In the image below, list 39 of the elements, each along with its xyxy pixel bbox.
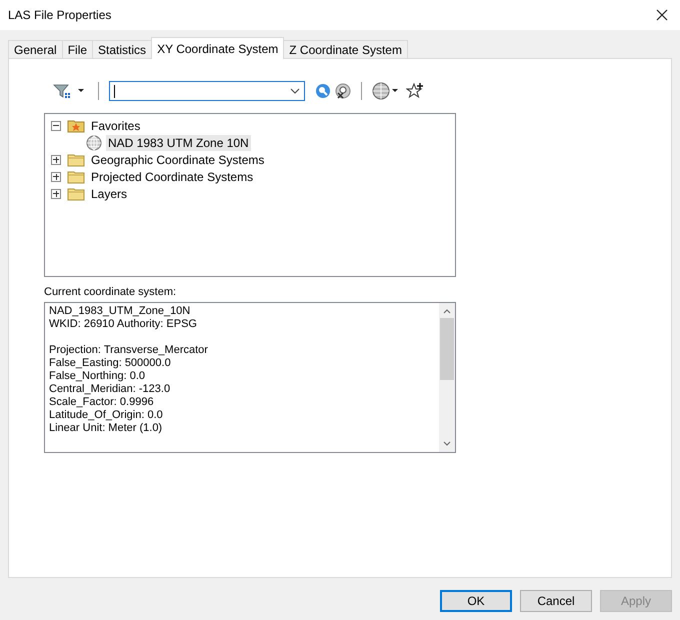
tree-item[interactable]: Geographic Coordinate Systems (89, 152, 266, 168)
search-combo-field[interactable] (109, 81, 305, 101)
detail-line: False_Easting: 500000.0 (49, 357, 172, 370)
tree-expander[interactable] (51, 154, 61, 164)
folder-icon (67, 186, 85, 200)
tree-expander[interactable] (51, 188, 61, 198)
tree-item[interactable]: Favorites (89, 118, 142, 134)
detail-line: Scale_Factor: 0.9996 (49, 396, 155, 409)
detail-line: False_Northing: 0.0 (49, 370, 146, 383)
tree-item[interactable]: Layers (89, 186, 130, 202)
dropdown-chevron-icon[interactable] (290, 88, 300, 94)
tab[interactable]: Z Coordinate System (283, 40, 408, 58)
tree-expander[interactable] (51, 172, 61, 182)
scroll-up-icon[interactable] (443, 308, 451, 314)
detail-line: Linear Unit: Meter (1.0) (49, 422, 164, 435)
tab[interactable]: XY Coordinate System (151, 37, 284, 59)
scrollbar[interactable] (439, 303, 455, 452)
dialog-button[interactable]: Cancel (520, 590, 592, 612)
detail-line: WKID: 26910 Authority: EPSG (49, 318, 198, 331)
tree-item[interactable]: NAD 1983 UTM Zone 10N (106, 134, 251, 150)
tree-expander[interactable] (51, 120, 61, 130)
star-folder-icon (67, 118, 85, 132)
folder-icon (67, 152, 85, 166)
scroll-down-icon[interactable] (443, 441, 451, 447)
detail-line: Latitude_Of_Origin: 0.0 (49, 409, 164, 422)
close-icon[interactable] (656, 9, 668, 21)
star-add-icon[interactable] (406, 82, 424, 100)
tree-item[interactable]: Projected Coordinate Systems (89, 168, 256, 184)
dialog-button[interactable]: OK (440, 590, 512, 612)
window-title: LAS File Properties (8, 8, 112, 22)
folder-icon (67, 170, 85, 184)
clear-search-icon[interactable] (335, 83, 351, 99)
current-system-label: Current coordinate system: (44, 286, 178, 298)
detail-line: Central_Meridian: -123.0 (49, 383, 172, 396)
detail-line: Projection: Transverse_Mercator (49, 344, 209, 357)
text-cursor (114, 84, 115, 98)
detail-line: NAD_1983_UTM_Zone_10N (49, 305, 192, 318)
globe-icon (86, 134, 102, 150)
tab[interactable]: General (8, 40, 63, 58)
